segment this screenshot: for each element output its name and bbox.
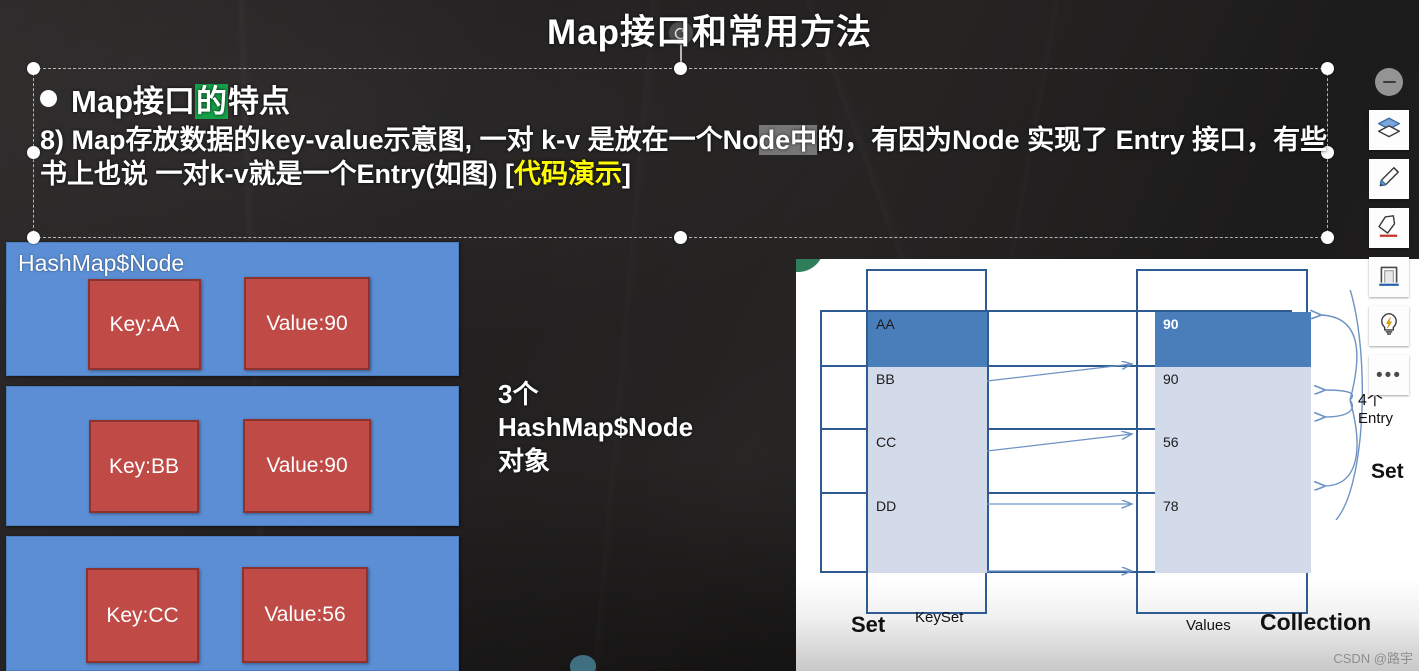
eraser-icon [1376,213,1402,244]
key-cell-3: CC [868,430,987,494]
layers-tool-button[interactable] [1369,110,1409,150]
gray-selection-highlight: de中 [758,125,818,155]
resize-handle-top-middle[interactable] [673,62,687,75]
yellow-highlighted-text: 代码演示 [514,159,623,190]
center-annotation-line-1: 3个 [498,379,539,409]
entry-label: Entry [1358,410,1394,428]
hashmap-node-box-3 [6,536,459,671]
center-annotation-line-2: HashMap$Node [498,412,694,443]
value-cell-text-3: 56 [1163,434,1179,450]
more-options-button[interactable]: ••• [1369,355,1409,395]
pen-tool-button[interactable] [1369,159,1409,199]
node-value-box-2: Value:90 [243,419,371,513]
value-cell-4: 78 [1155,494,1311,573]
set-label-right: Set [1371,460,1404,483]
resize-handle-bottom-middle[interactable] [673,231,687,244]
resize-handle-top-left[interactable] [27,62,40,75]
node-key-box-3: Key:CC [86,568,199,663]
center-annotation: 3个 HashMap$Node 对象 [498,378,693,478]
paragraph-segment-1: 8) Map存放数据的key-value示意图, 一对 k-v 是放在一个No [40,125,759,155]
key-cell-text-1: AA [876,316,895,332]
body-paragraph: 8) Map存放数据的key-value示意图, 一对 k-v 是放在一个Nod… [40,123,1330,191]
node-value-box-1: Value:90 [244,277,370,370]
bullet-heading-text: Map接口的特点 [71,76,290,121]
lightbulb-icon [1376,311,1402,342]
minus-icon [1382,81,1396,83]
pen-icon [1376,164,1402,195]
key-cell-text-4: DD [876,498,897,514]
key-cell-text-3: CC [876,434,897,450]
green-highlighted-char: 的 [195,84,228,119]
slide-title: Map接口和常用方法 [546,13,872,52]
resize-handle-top-right[interactable] [1321,62,1334,75]
key-cell-2: BB [868,367,987,430]
keyset-label: KeySet [915,609,964,626]
slide-body-text: Map接口的特点 8) Map存放数据的key-value示意图, 一对 k-v… [40,76,1330,191]
entry-table: AA 90 BB 90 CC 56 DD 78 [820,310,1311,573]
hashmap-node-box-2 [6,386,459,526]
spotlight-tool-button[interactable] [1369,306,1409,346]
layers-icon [1376,115,1402,146]
values-label: Values [1186,617,1231,634]
frame-icon [1376,262,1402,293]
eraser-tool-button[interactable] [1369,208,1409,248]
resize-handle-bottom-left[interactable] [27,231,40,244]
set-label-left: Set [851,612,886,637]
annotation-toolbar[interactable]: ••• [1365,68,1413,404]
key-cell-4: DD [868,494,987,573]
bullet-prefix: Map接口 [71,84,195,119]
key-cell-1: AA [868,312,987,367]
node-key-box-2: Key:BB [89,420,199,513]
value-cell-text-4: 78 [1163,498,1179,514]
ellipsis-icon: ••• [1376,364,1402,386]
node-value-box-3: Value:56 [242,567,368,663]
value-cell-3: 56 [1155,430,1311,494]
bullet-suffix: 特点 [228,84,290,119]
value-cell-text-1: 90 [1163,316,1179,332]
collapse-toolbar-button[interactable] [1375,68,1403,96]
value-cell-text-2: 90 [1163,371,1179,387]
hashmap-node-label: HashMap$Node [18,250,185,276]
collection-label: Collection [1260,609,1372,635]
resize-handle-bottom-right[interactable] [1321,231,1334,244]
paragraph-segment-5: ] [622,159,632,190]
teal-shape-fragment [570,655,596,671]
center-annotation-line-3: 对象 [498,445,551,476]
resize-handle-middle-left[interactable] [27,146,40,159]
frame-tool-button[interactable] [1369,257,1409,297]
bullet-dot-icon [40,90,57,107]
value-cell-2: 90 [1155,367,1311,430]
green-arc-decoration [796,259,824,272]
value-cell-1: 90 [1155,312,1311,367]
node-key-box-1: Key:AA [88,279,201,370]
map-structure-diagram-panel: AA 90 BB 90 CC 56 DD 78 Set KeySet Value… [796,259,1419,671]
bullet-heading: Map接口的特点 [40,76,1330,121]
key-cell-text-2: BB [876,371,895,387]
watermark: CSDN @路宇 [1333,651,1413,666]
